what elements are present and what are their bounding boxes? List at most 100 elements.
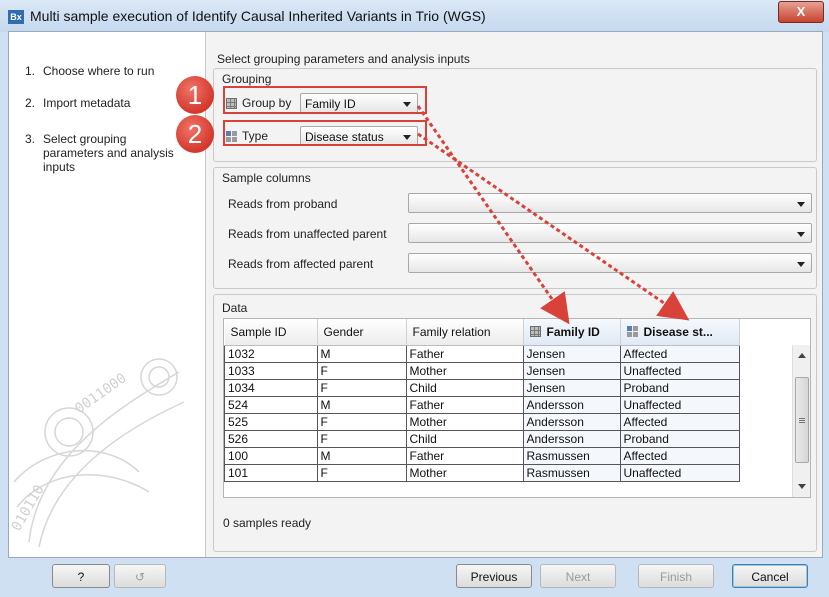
cancel-button[interactable]: Cancel: [732, 564, 808, 588]
data-table-container[interactable]: Sample ID Gender Family relation Family …: [223, 318, 811, 498]
step-choose-where-to-run[interactable]: 1. Choose where to run: [25, 64, 193, 78]
table-cell: 100: [224, 447, 318, 465]
scroll-down-arrow-icon[interactable]: [798, 484, 806, 489]
window-title: Multi sample execution of Identify Causa…: [30, 8, 486, 24]
step-number: 2.: [25, 96, 36, 110]
chevron-down-icon: [797, 262, 805, 267]
main-content: Select grouping parameters and analysis …: [209, 32, 822, 557]
table-row[interactable]: 100 M Father Rasmussen Affected: [224, 447, 740, 465]
grouping-title: Grouping: [222, 72, 272, 86]
table-cell: Father: [405, 396, 524, 414]
table-cell: Child: [405, 430, 524, 448]
samples-ready-status: 0 samples ready: [223, 516, 312, 530]
step-number: 1.: [25, 64, 36, 78]
grouping-group: Grouping Group by Family ID Type Disease…: [213, 68, 817, 162]
next-label: Next: [565, 570, 591, 584]
reset-button[interactable]: ↺: [114, 564, 166, 588]
table-cell: M: [316, 345, 407, 363]
table-row[interactable]: 1034 F Child Jensen Proband: [224, 379, 740, 397]
table-cell: 1033: [224, 362, 318, 380]
table-row[interactable]: 1032 M Father Jensen Affected: [224, 345, 740, 363]
page-heading: Select grouping parameters and analysis …: [217, 52, 470, 66]
step-label: Choose where to run: [43, 64, 155, 78]
reads-proband-dropdown[interactable]: [408, 193, 812, 213]
table-cell: Affected: [619, 345, 740, 363]
table-cell: 524: [224, 396, 318, 414]
table-cell: Andersson: [522, 396, 621, 414]
table-cell: F: [316, 464, 407, 482]
reads-unaffected-dropdown[interactable]: [408, 223, 812, 243]
table-icon: [529, 326, 541, 337]
table-cell: Proband: [619, 379, 740, 397]
column-header-gender[interactable]: Gender: [317, 319, 407, 346]
vertical-scrollbar[interactable]: [792, 345, 810, 497]
table-cell: F: [316, 379, 407, 397]
sample-columns-group: Sample columns Reads from proband Reads …: [213, 167, 817, 289]
table-cell: Father: [405, 447, 524, 465]
previous-button[interactable]: Previous: [456, 564, 532, 588]
finish-button[interactable]: Finish: [638, 564, 714, 588]
next-button[interactable]: Next: [540, 564, 616, 588]
table-cell: Proband: [619, 430, 740, 448]
chevron-down-icon: [797, 202, 805, 207]
category-icon: [626, 326, 638, 337]
table-cell: Andersson: [522, 430, 621, 448]
table-cell: Unaffected: [619, 362, 740, 380]
table-cell: 1032: [224, 345, 318, 363]
step-select-grouping[interactable]: 3. Select grouping parameters and analysi…: [25, 132, 183, 174]
column-header-family-relation[interactable]: Family relation: [406, 319, 524, 346]
annotation-badge-1: 1: [176, 76, 214, 114]
table-cell: Mother: [405, 362, 524, 380]
step-import-metadata[interactable]: 2. Import metadata: [25, 96, 193, 110]
table-cell: Mother: [405, 413, 524, 431]
table-cell: Affected: [619, 413, 740, 431]
help-button[interactable]: ?: [52, 564, 110, 588]
table-cell: M: [316, 447, 407, 465]
table-cell: Jensen: [522, 362, 621, 380]
column-header-sample-id[interactable]: Sample ID: [224, 319, 318, 346]
table-cell: Mother: [405, 464, 524, 482]
table-cell: 525: [224, 413, 318, 431]
table-cell: Father: [405, 345, 524, 363]
scrollbar-thumb[interactable]: [795, 377, 809, 463]
svg-text:010110: 010110: [9, 482, 48, 534]
annotation-box-group-by: [223, 86, 427, 114]
decorative-swirl-logo: 0011000 010110: [9, 358, 185, 548]
table-cell: Rasmussen: [522, 464, 621, 482]
table-cell: Unaffected: [619, 396, 740, 414]
dialog-window: Bx Multi sample execution of Identify Ca…: [0, 0, 829, 597]
chevron-down-icon: [797, 232, 805, 237]
reads-unaffected-label: Reads from unaffected parent: [228, 227, 387, 241]
table-row[interactable]: 101 F Mother Rasmussen Unaffected: [224, 464, 740, 482]
column-header-label: Family ID: [546, 325, 600, 339]
column-header-family-id[interactable]: Family ID: [523, 319, 621, 346]
table-row[interactable]: 524 M Father Andersson Unaffected: [224, 396, 740, 414]
column-header-disease-status[interactable]: Disease st...: [620, 319, 740, 346]
table-row[interactable]: 525 F Mother Andersson Affected: [224, 413, 740, 431]
finish-label: Finish: [659, 570, 692, 584]
annotation-badge-2: 2: [176, 115, 214, 153]
table-cell: M: [316, 396, 407, 414]
scroll-up-arrow-icon[interactable]: [798, 353, 806, 358]
data-table: Sample ID Gender Family relation Family …: [224, 319, 740, 482]
step-label: Select grouping parameters and analysis …: [43, 132, 174, 174]
table-cell: Jensen: [522, 345, 621, 363]
reset-hand-icon: ↺: [134, 570, 146, 584]
table-cell: F: [316, 362, 407, 380]
table-cell: Child: [405, 379, 524, 397]
column-header-label: Disease st...: [643, 325, 713, 339]
table-cell: F: [316, 430, 407, 448]
table-row[interactable]: 1033 F Mother Jensen Unaffected: [224, 362, 740, 380]
table-cell: Jensen: [522, 379, 621, 397]
reads-affected-dropdown[interactable]: [408, 253, 812, 273]
sample-columns-title: Sample columns: [222, 171, 311, 185]
table-cell: Affected: [619, 447, 740, 465]
close-button[interactable]: X: [778, 1, 824, 23]
title-bar[interactable]: Bx Multi sample execution of Identify Ca…: [0, 0, 829, 32]
svg-text:0011000: 0011000: [72, 370, 130, 417]
app-icon: Bx: [8, 10, 24, 24]
dialog-body: 1. Choose where to run 2. Import metadata …: [8, 31, 823, 558]
table-cell: Andersson: [522, 413, 621, 431]
table-row[interactable]: 526 F Child Andersson Proband: [224, 430, 740, 448]
annotation-box-type: [223, 120, 427, 146]
